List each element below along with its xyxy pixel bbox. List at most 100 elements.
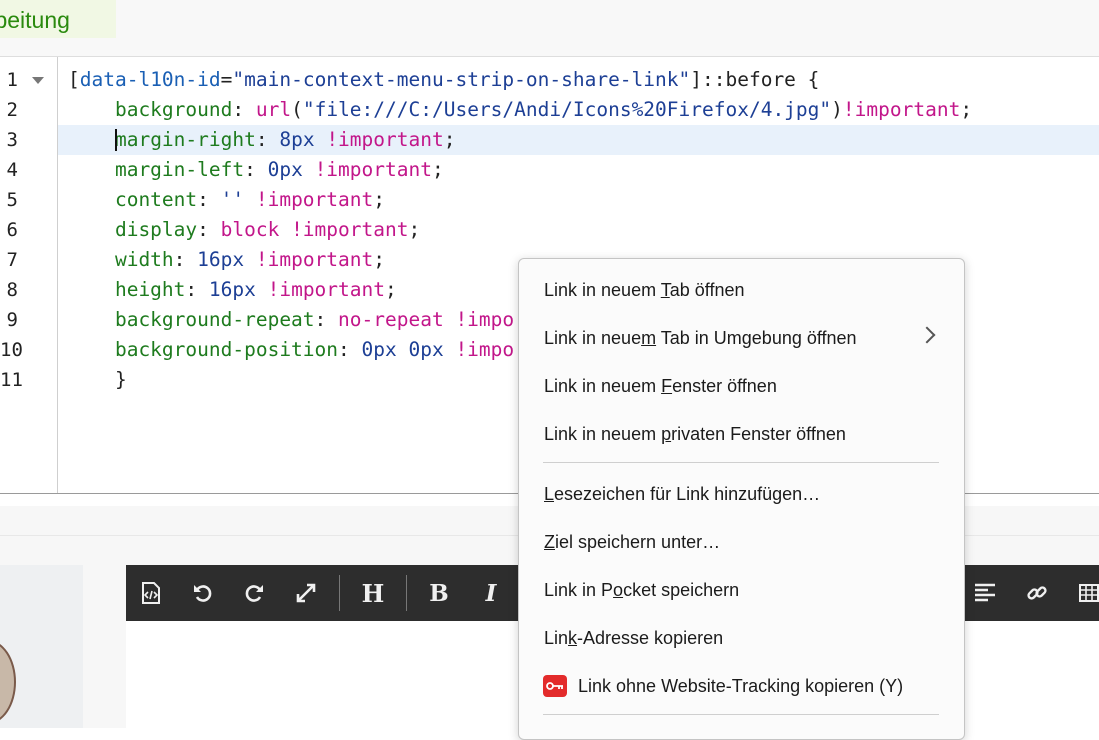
code-token: : [232,98,256,121]
menu-item-open-private-window[interactable]: Link in neuem privaten Fenster öffnen [544,419,846,449]
code-token: !important [244,188,374,211]
code-token: ; [431,158,444,181]
code-token: block [220,218,280,241]
code-line[interactable]: content: '' !important; [58,185,1099,215]
code-line[interactable]: margin-left: 0px !important; [58,155,1099,185]
code-token: !important [842,98,961,121]
menu-item-open-new-tab[interactable]: Link in neuem Tab öffnen [544,275,745,305]
code-text: display: block !important; [58,218,420,241]
table-icon[interactable] [1069,565,1099,621]
code-token: 16px [197,248,245,271]
code-text: margin-left: 0px !important; [58,158,444,181]
code-token: : [314,308,339,331]
code-token: background-repeat [68,308,315,331]
code-token: } [68,368,127,391]
italic-icon[interactable]: I [471,565,511,621]
profile-card [0,565,83,728]
code-token: : [173,248,198,271]
code-token: = [220,68,233,91]
line-number: 8 [6,279,18,301]
line-number: 2 [6,99,18,121]
line-number: 4 [6,159,18,181]
code-line[interactable]: [data-l10n-id="main-context-menu-strip-o… [58,65,1099,95]
code-token: 16px [208,278,256,301]
code-token: [ [68,68,80,91]
menu-item-open-new-window[interactable]: Link in neuem Fenster öffnen [544,371,777,401]
code-token: : [255,128,280,151]
undo-icon[interactable] [183,565,223,621]
code-token: ; [960,98,973,121]
code-token: : [197,218,221,241]
code-token: : [338,338,362,361]
code-token: '' [220,188,245,211]
line-number: 9 [6,309,18,331]
code-token: url [255,98,292,121]
code-token: ; [408,218,421,241]
redo-icon[interactable] [234,565,274,621]
code-line[interactable]: background: url("file:///C:/Users/Andi/I… [58,95,1099,125]
code-token: !impo [443,338,515,361]
line-number: 11 [0,369,23,391]
heading-icon[interactable]: H [353,565,393,621]
code-token: margin-right [114,128,256,151]
toolbar-separator [406,575,407,611]
line-number: 6 [6,219,18,241]
editor-tab-label: arbeitung [0,7,70,33]
code-text: background-position: 0px 0px !impo [58,338,514,361]
code-token: !important [302,158,432,181]
line-number: 10 [0,339,23,361]
fullscreen-icon[interactable] [286,565,326,621]
code-text: background: url("file:///C:/Users/Andi/I… [58,98,972,121]
code-text: margin-right: 8px !important; [58,128,455,151]
code-line[interactable]: display: block !important; [58,215,1099,245]
code-text: [data-l10n-id="main-context-menu-strip-o… [58,68,819,91]
code-token: display [68,218,198,241]
code-token: "file:///C:/Users/Andi/Icons%20Firefox/4… [302,98,832,121]
menu-item-copy-link[interactable]: Link-Adresse kopieren [544,623,723,653]
key-icon [543,675,567,697]
menu-item-open-container-tab[interactable]: Link in neuem Tab in Umgebung öffnen [544,323,857,353]
source-code-icon[interactable] [131,565,171,621]
menu-item-save-target[interactable]: Ziel speichern unter… [544,527,720,557]
code-token: ]::before { [690,68,820,91]
line-number: 3 [6,129,18,151]
menu-item-save-to-pocket[interactable]: Link in Pocket speichern [544,575,739,605]
code-token: ; [373,188,385,211]
code-token: margin-left [68,158,245,181]
editor-tab[interactable]: arbeitung [0,0,116,38]
code-token: ; [443,128,456,151]
line-number: 1 [6,69,18,91]
code-token: !important [255,278,385,301]
code-token: !important [279,218,409,241]
menu-item-copy-clean-link[interactable]: Link ohne Website-Tracking kopieren (Y) [578,671,903,701]
menu-item-bookmark-link[interactable]: Lesezeichen für Link hinzufügen… [544,479,820,509]
code-line[interactable]: margin-right: 8px !important; [58,125,1099,155]
bold-icon[interactable]: B [419,565,459,621]
code-token: background [68,98,233,121]
code-text: height: 16px !important; [58,278,397,301]
align-left-icon[interactable] [965,565,1005,621]
line-number-gutter: 1 2 3 4 5 6 7 8 9 10 11 [0,57,58,493]
code-token: background-position [68,338,339,361]
link-icon[interactable] [1017,565,1057,621]
code-token: !impo [443,308,515,331]
code-text: width: 16px !important; [58,248,385,271]
code-token: ; [373,248,386,271]
code-token: !important [314,128,444,151]
code-token: 0px [267,158,303,181]
code-token: "main-context-menu-strip-on-share-link" [232,68,691,91]
menu-separator [543,714,939,715]
code-token: : [197,188,221,211]
fold-arrow-icon[interactable] [32,77,44,84]
code-text: } [58,368,127,391]
text-cursor [114,128,117,151]
menu-separator [543,462,939,463]
code-token: 0px 0px [361,338,444,361]
code-text: content: '' !important; [58,188,385,211]
chevron-right-icon [918,326,936,344]
code-token: data-l10n-id [79,68,221,91]
line-number: 7 [6,249,18,271]
code-token: ) [831,98,843,121]
code-token: 8px [279,128,315,151]
toolbar-separator [339,575,340,611]
